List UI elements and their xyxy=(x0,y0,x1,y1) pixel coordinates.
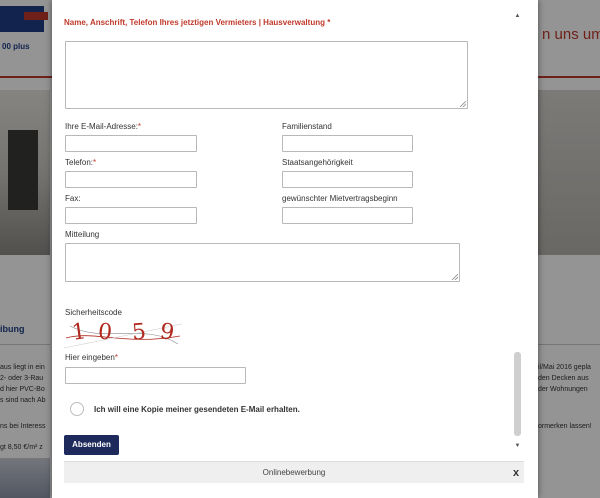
captcha-char: 5 xyxy=(130,319,148,346)
modal-title: Onlinebewerbung xyxy=(262,468,326,477)
required-marker: * xyxy=(137,122,142,131)
required-marker: * xyxy=(93,158,97,167)
captcha-entry-label: Hier eingeben* xyxy=(65,353,118,362)
phone-input[interactable] xyxy=(65,171,197,188)
modal-form-area: Name, Anschrift, Telefon Ihres jetztigen… xyxy=(52,0,538,456)
nationality-input[interactable] xyxy=(282,171,413,188)
modal-scrollbar[interactable]: ▲ ▼ xyxy=(513,12,522,452)
message-textarea[interactable] xyxy=(65,243,460,282)
scroll-down-icon[interactable]: ▼ xyxy=(513,442,522,451)
captcha-char: 0 xyxy=(96,319,114,346)
captcha-entry-text: Hier eingeben xyxy=(65,353,115,362)
resize-grip-icon[interactable] xyxy=(452,274,458,280)
fax-label: Fax: xyxy=(65,194,81,203)
phone-label: Telefon:* xyxy=(65,158,96,167)
submit-button[interactable]: Absenden xyxy=(64,435,119,455)
captcha-image: 1 0 5 9 xyxy=(63,318,183,352)
required-marker: * xyxy=(114,353,118,362)
application-modal: Name, Anschrift, Telefon Ihres jetztigen… xyxy=(52,0,538,498)
resize-grip-icon[interactable] xyxy=(460,101,466,107)
close-icon[interactable]: x xyxy=(510,462,522,484)
move-in-input[interactable] xyxy=(282,207,413,224)
scrollbar-thumb[interactable] xyxy=(514,352,521,436)
message-label: Mitteilung xyxy=(65,230,100,239)
email-label: Ihre E-Mail-Adresse:* xyxy=(65,122,141,131)
copy-checkbox-label[interactable]: Ich will eine Kopie meiner gesendeten E-… xyxy=(94,405,300,414)
email-label-text: Ihre E-Mail-Adresse: xyxy=(65,122,138,131)
phone-label-text: Telefon: xyxy=(65,158,94,167)
family-status-label: Familienstand xyxy=(282,122,332,131)
copy-checkbox[interactable] xyxy=(70,402,84,416)
nationality-label: Staatsangehörigkeit xyxy=(282,158,353,167)
landlord-textarea[interactable] xyxy=(65,41,468,109)
captcha-label: Sicherheitscode xyxy=(65,308,122,317)
landlord-section-title: Name, Anschrift, Telefon Ihres jetztigen… xyxy=(64,18,331,27)
email-input[interactable] xyxy=(65,135,197,152)
scroll-up-icon[interactable]: ▲ xyxy=(513,12,522,21)
captcha-input[interactable] xyxy=(65,367,246,384)
move-in-label: gewünschter Mietvertragsbeginn xyxy=(282,194,398,203)
fax-input[interactable] xyxy=(65,207,197,224)
modal-footer: Onlinebewerbung x xyxy=(64,461,524,483)
family-status-input[interactable] xyxy=(282,135,413,152)
